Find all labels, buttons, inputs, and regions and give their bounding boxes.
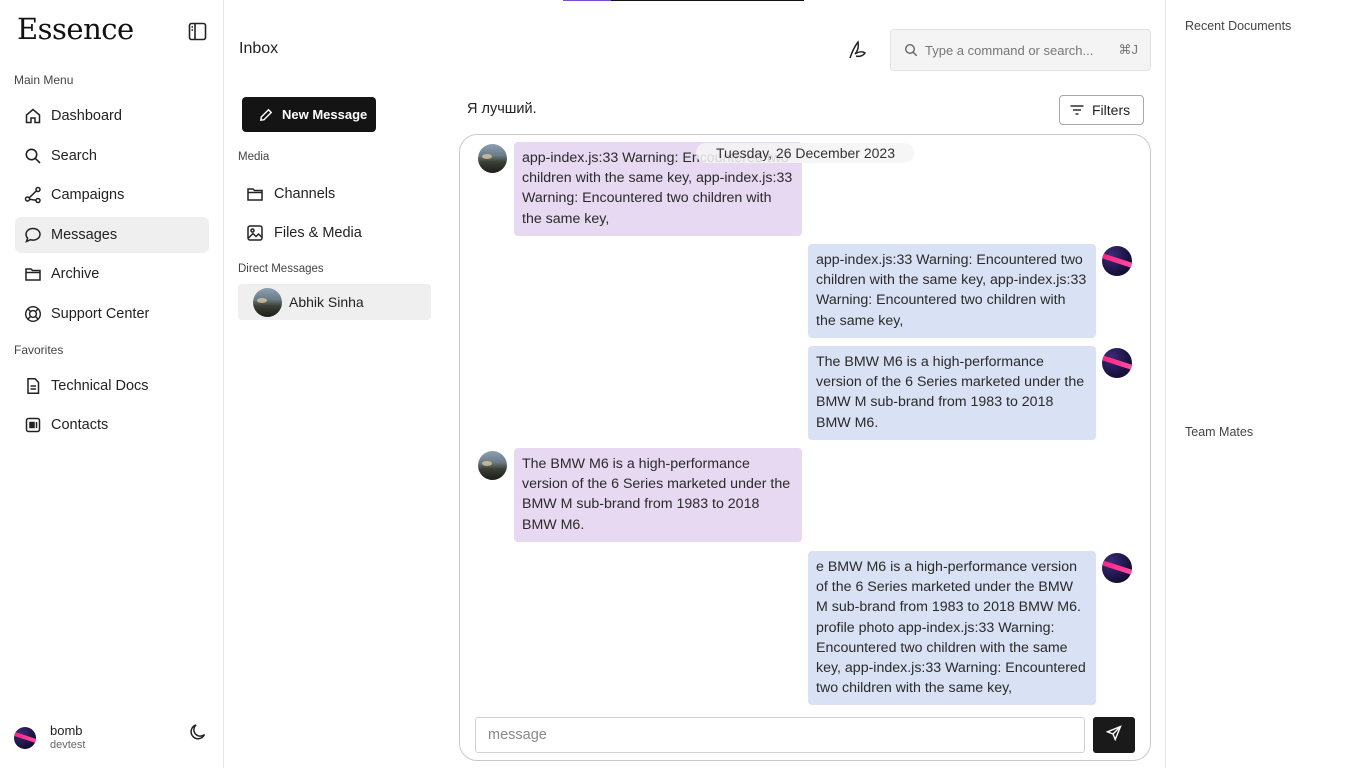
nav-label: Contacts bbox=[51, 417, 109, 433]
media-label: Media bbox=[238, 151, 270, 163]
keyboard-shortcut: ⌘J bbox=[1118, 42, 1139, 57]
user-workspace: devtest bbox=[50, 739, 86, 751]
direct-messages-label: Direct Messages bbox=[238, 263, 324, 275]
team-mates-heading: Team Mates bbox=[1185, 425, 1254, 439]
user-name: bomb bbox=[50, 723, 83, 738]
nav-support-center[interactable]: Support Center bbox=[15, 296, 209, 332]
right-panel: Recent Documents Team Mates bbox=[1165, 0, 1366, 768]
media-item-label: Channels bbox=[274, 186, 336, 202]
send-icon bbox=[1105, 724, 1122, 746]
message-composer[interactable] bbox=[475, 717, 1085, 753]
avatar bbox=[253, 287, 282, 317]
nav-label: Campaigns bbox=[51, 187, 125, 203]
nav-label: Search bbox=[51, 148, 97, 164]
nav-label: Archive bbox=[51, 266, 100, 282]
search-icon bbox=[23, 147, 42, 166]
own-avatar bbox=[1102, 553, 1132, 583]
direct-message-item[interactable]: Abhik Sinha bbox=[238, 284, 431, 320]
nav-label: Dashboard bbox=[51, 108, 122, 124]
contact-name: Abhik Sinha bbox=[289, 294, 364, 310]
recent-documents-heading: Recent Documents bbox=[1185, 19, 1292, 33]
message-bubble-outgoing: app-index.js:33 Warning: Encountered two… bbox=[808, 244, 1096, 338]
filters-button[interactable]: Filters bbox=[1059, 95, 1144, 125]
lifebuoy-icon bbox=[23, 305, 42, 324]
nav-technical-docs[interactable]: Technical Docs bbox=[15, 368, 209, 404]
message-input[interactable] bbox=[488, 727, 1068, 743]
new-message-label: New Message bbox=[282, 107, 368, 122]
message-bubble-outgoing: e BMW M6 is a high-performance version o… bbox=[808, 551, 1096, 705]
sender-avatar bbox=[478, 144, 507, 173]
date-divider: Tuesday, 26 December 2023 bbox=[696, 143, 914, 163]
sidebar-toggle-icon[interactable] bbox=[188, 22, 207, 41]
message-bubble-outgoing: The BMW M6 is a high-performance version… bbox=[808, 346, 1096, 440]
folder-icon bbox=[246, 185, 265, 204]
media-item-files[interactable]: Files & Media bbox=[246, 221, 362, 245]
nav-contacts[interactable]: Contacts bbox=[15, 407, 209, 443]
share-nodes-icon bbox=[23, 186, 42, 205]
chat-panel: Tuesday, 26 December 2023 app-index.js:3… bbox=[459, 134, 1151, 761]
message-bubble-incoming: The BMW M6 is a high-performance version… bbox=[514, 448, 802, 542]
document-icon bbox=[23, 377, 42, 396]
pen-icon bbox=[259, 108, 273, 122]
current-user[interactable]: bomb devtest bbox=[14, 722, 210, 754]
command-search[interactable]: ⌘J bbox=[890, 29, 1151, 71]
nav-campaigns[interactable]: Campaigns bbox=[15, 177, 209, 213]
home-icon bbox=[23, 107, 42, 126]
contact-card-icon bbox=[23, 416, 42, 435]
send-button[interactable] bbox=[1093, 717, 1135, 753]
media-item-label: Files & Media bbox=[274, 225, 362, 241]
nav-label: Technical Docs bbox=[51, 378, 149, 394]
nav-messages[interactable]: Messages bbox=[15, 217, 209, 253]
main-menu-label: Main Menu bbox=[14, 73, 74, 87]
user-avatar bbox=[14, 727, 36, 749]
chat-bubble-icon bbox=[23, 226, 42, 245]
conversation-title: Я лучший. bbox=[467, 101, 537, 117]
search-input[interactable] bbox=[925, 42, 1105, 58]
dark-mode-toggle-icon[interactable] bbox=[188, 722, 208, 742]
own-avatar bbox=[1102, 348, 1132, 378]
nav-search[interactable]: Search bbox=[15, 138, 209, 174]
main-sidebar: Essence Main Menu Dashboard Search Campa… bbox=[0, 0, 224, 768]
nav-label: Messages bbox=[51, 227, 118, 243]
favorites-label: Favorites bbox=[14, 343, 64, 357]
media-item-channels[interactable]: Channels bbox=[246, 182, 335, 206]
nav-dashboard[interactable]: Dashboard bbox=[15, 98, 209, 134]
new-message-button[interactable]: New Message bbox=[242, 97, 376, 132]
page-title: Inbox bbox=[239, 40, 279, 57]
loading-bar-fill bbox=[563, 0, 611, 1]
brand-mark-icon[interactable] bbox=[846, 38, 870, 62]
inbox-panel: Inbox New Message Media Channels Files &… bbox=[224, 0, 446, 768]
search-icon bbox=[904, 43, 918, 57]
nav-archive[interactable]: Archive bbox=[15, 256, 209, 292]
folder-icon bbox=[23, 265, 42, 284]
own-avatar bbox=[1102, 246, 1132, 276]
app-logo[interactable]: Essence bbox=[17, 12, 134, 46]
sender-avatar bbox=[478, 451, 507, 480]
filters-label: Filters bbox=[1092, 102, 1131, 118]
image-icon bbox=[246, 224, 265, 243]
nav-label: Support Center bbox=[51, 306, 150, 322]
filter-icon bbox=[1069, 102, 1085, 118]
